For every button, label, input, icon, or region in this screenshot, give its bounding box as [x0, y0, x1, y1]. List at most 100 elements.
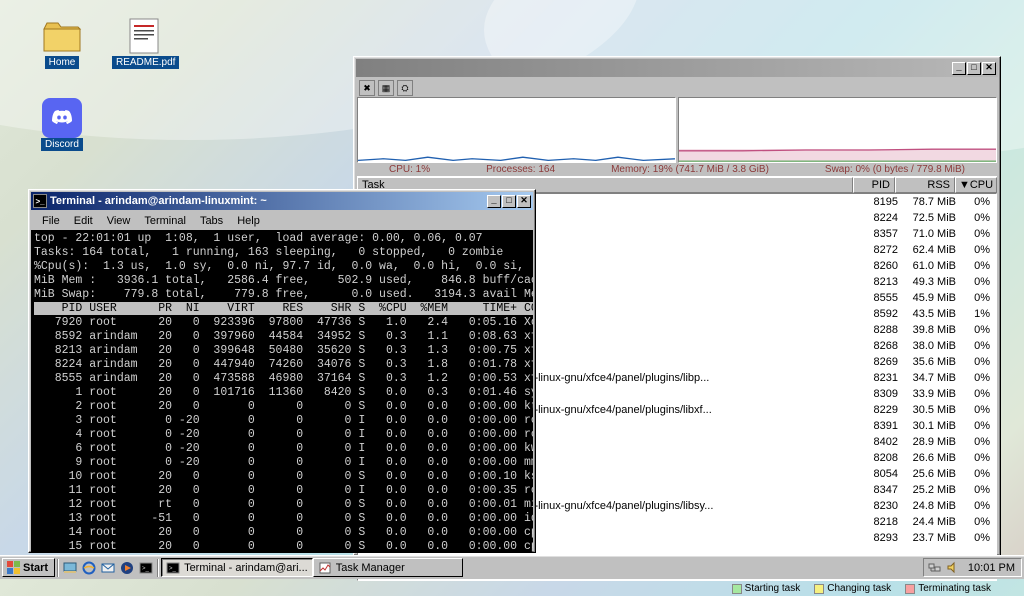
desktop-icon-discord[interactable]: Discord — [30, 100, 94, 151]
ql-terminal-icon[interactable]: >_ — [137, 559, 155, 577]
window-title: Terminal - arindam@arindam-linuxmint: ~ — [50, 195, 487, 207]
taskbar-task-taskmanager[interactable]: Task Manager — [313, 558, 463, 577]
menu-file[interactable]: File — [35, 214, 67, 228]
terminal-icon: >_ — [33, 194, 47, 208]
ql-ie-icon[interactable] — [80, 559, 98, 577]
start-button[interactable]: Start — [2, 558, 55, 577]
cell-rss: 62.4 MiB — [898, 244, 956, 256]
menu-terminal[interactable]: Terminal — [137, 214, 193, 228]
ql-outlook-icon[interactable] — [99, 559, 117, 577]
proc-stat: Processes: 164 — [486, 164, 555, 175]
minimize-button[interactable]: _ — [487, 195, 501, 208]
tool-graph-icon[interactable]: ▦ — [378, 80, 394, 96]
cell-rss: 71.0 MiB — [898, 228, 956, 240]
taskmanager-icon — [318, 561, 332, 575]
terminal-body[interactable]: top - 22:01:01 up 1:08, 1 user, load ave… — [31, 230, 533, 552]
task-label: Task Manager — [336, 562, 405, 574]
terminal-window[interactable]: >_ Terminal - arindam@arindam-linuxmint:… — [28, 189, 536, 553]
desktop-icon-home[interactable]: Home — [30, 18, 94, 69]
col-rss[interactable]: RSS — [895, 177, 955, 193]
cell-pid: 8230 — [858, 500, 898, 512]
cell-cpu: 0% — [956, 244, 994, 256]
cell-rss: 78.7 MiB — [898, 196, 956, 208]
cell-rss: 25.2 MiB — [898, 484, 956, 496]
tray-network-icon[interactable] — [928, 561, 942, 575]
cell-rss: 45.9 MiB — [898, 292, 956, 304]
cell-rss: 34.7 MiB — [898, 372, 956, 384]
terminal-titlebar[interactable]: >_ Terminal - arindam@arindam-linuxmint:… — [31, 192, 533, 210]
cell-cpu: 0% — [956, 228, 994, 240]
legend-change: Changing task — [827, 583, 891, 594]
terminal-menubar: FileEditViewTerminalTabsHelp — [31, 212, 533, 230]
taskmanager-toolbar: ✖ ▦ ⛭ — [356, 79, 998, 97]
cell-rss: 43.5 MiB — [898, 308, 956, 320]
clock[interactable]: 10:01 PM — [964, 562, 1015, 574]
cell-rss: 72.5 MiB — [898, 212, 956, 224]
cell-rss: 30.5 MiB — [898, 404, 956, 416]
tool-settings-icon[interactable]: ✖ — [359, 80, 375, 96]
cell-cpu: 0% — [956, 404, 994, 416]
cell-pid: 8268 — [858, 340, 898, 352]
maximize-button[interactable]: □ — [967, 62, 981, 75]
cell-rss: 49.3 MiB — [898, 276, 956, 288]
cell-cpu: 0% — [956, 468, 994, 480]
close-button[interactable]: ✕ — [982, 62, 996, 75]
tray-volume-icon[interactable] — [946, 561, 960, 575]
cell-cpu: 0% — [956, 372, 994, 384]
menu-edit[interactable]: Edit — [67, 214, 100, 228]
menu-tabs[interactable]: Tabs — [193, 214, 230, 228]
cell-cpu: 0% — [956, 420, 994, 432]
menu-help[interactable]: Help — [230, 214, 267, 228]
cell-pid: 8054 — [858, 468, 898, 480]
windows-flag-icon — [6, 561, 20, 575]
cell-cpu: 0% — [956, 356, 994, 368]
cell-pid: 8288 — [858, 324, 898, 336]
cell-pid: 8224 — [858, 212, 898, 224]
cell-rss: 30.1 MiB — [898, 420, 956, 432]
taskmanager-legend: Starting task Changing task Terminating … — [357, 581, 997, 596]
cpu-stat: CPU: 1% — [389, 164, 430, 175]
cell-pid: 8592 — [858, 308, 898, 320]
ql-desktop-icon[interactable] — [61, 559, 79, 577]
cell-rss: 61.0 MiB — [898, 260, 956, 272]
graphs-row — [357, 97, 997, 163]
taskbar-task-terminal[interactable]: >_ Terminal - arindam@ari... — [161, 558, 313, 577]
cell-rss: 23.7 MiB — [898, 532, 956, 544]
cell-cpu: 0% — [956, 212, 994, 224]
cell-cpu: 0% — [956, 452, 994, 464]
legend-change-swatch — [814, 584, 824, 594]
cell-rss: 39.8 MiB — [898, 324, 956, 336]
cell-cpu: 0% — [956, 276, 994, 288]
legend-term: Terminating task — [918, 583, 991, 594]
close-button[interactable]: ✕ — [517, 195, 531, 208]
taskmanager-titlebar[interactable]: _ □ ✕ — [356, 59, 998, 77]
desktop-icon-readme[interactable]: README.pdf — [112, 18, 176, 69]
tool-filter-icon[interactable]: ⛭ — [397, 80, 413, 96]
minimize-button[interactable]: _ — [952, 62, 966, 75]
maximize-button[interactable]: □ — [502, 195, 516, 208]
divider — [57, 559, 59, 577]
cell-pid: 8195 — [858, 196, 898, 208]
ql-media-icon[interactable] — [118, 559, 136, 577]
cell-rss: 24.4 MiB — [898, 516, 956, 528]
cell-cpu: 0% — [956, 516, 994, 528]
cell-cpu: 0% — [956, 532, 994, 544]
col-pid[interactable]: PID — [853, 177, 895, 193]
menu-view[interactable]: View — [100, 214, 138, 228]
system-tray: 10:01 PM — [923, 558, 1022, 577]
cell-cpu: 0% — [956, 500, 994, 512]
col-cpu[interactable]: ▼ CPU — [955, 177, 997, 193]
stats-row: CPU: 1% Processes: 164 Memory: 19% (741.… — [357, 164, 997, 175]
cell-cpu: 0% — [956, 388, 994, 400]
cell-pid: 8309 — [858, 388, 898, 400]
cell-rss: 25.6 MiB — [898, 468, 956, 480]
cpu-graph — [357, 97, 676, 163]
legend-term-swatch — [905, 584, 915, 594]
desktop-icon-label: README.pdf — [112, 56, 179, 69]
cell-cpu: 0% — [956, 196, 994, 208]
mem-stat: Memory: 19% (741.7 MiB / 3.8 GiB) — [611, 164, 769, 175]
cell-cpu: 0% — [956, 436, 994, 448]
desktop-icon-label: Home — [45, 56, 80, 69]
cell-pid: 8213 — [858, 276, 898, 288]
cell-pid: 8260 — [858, 260, 898, 272]
